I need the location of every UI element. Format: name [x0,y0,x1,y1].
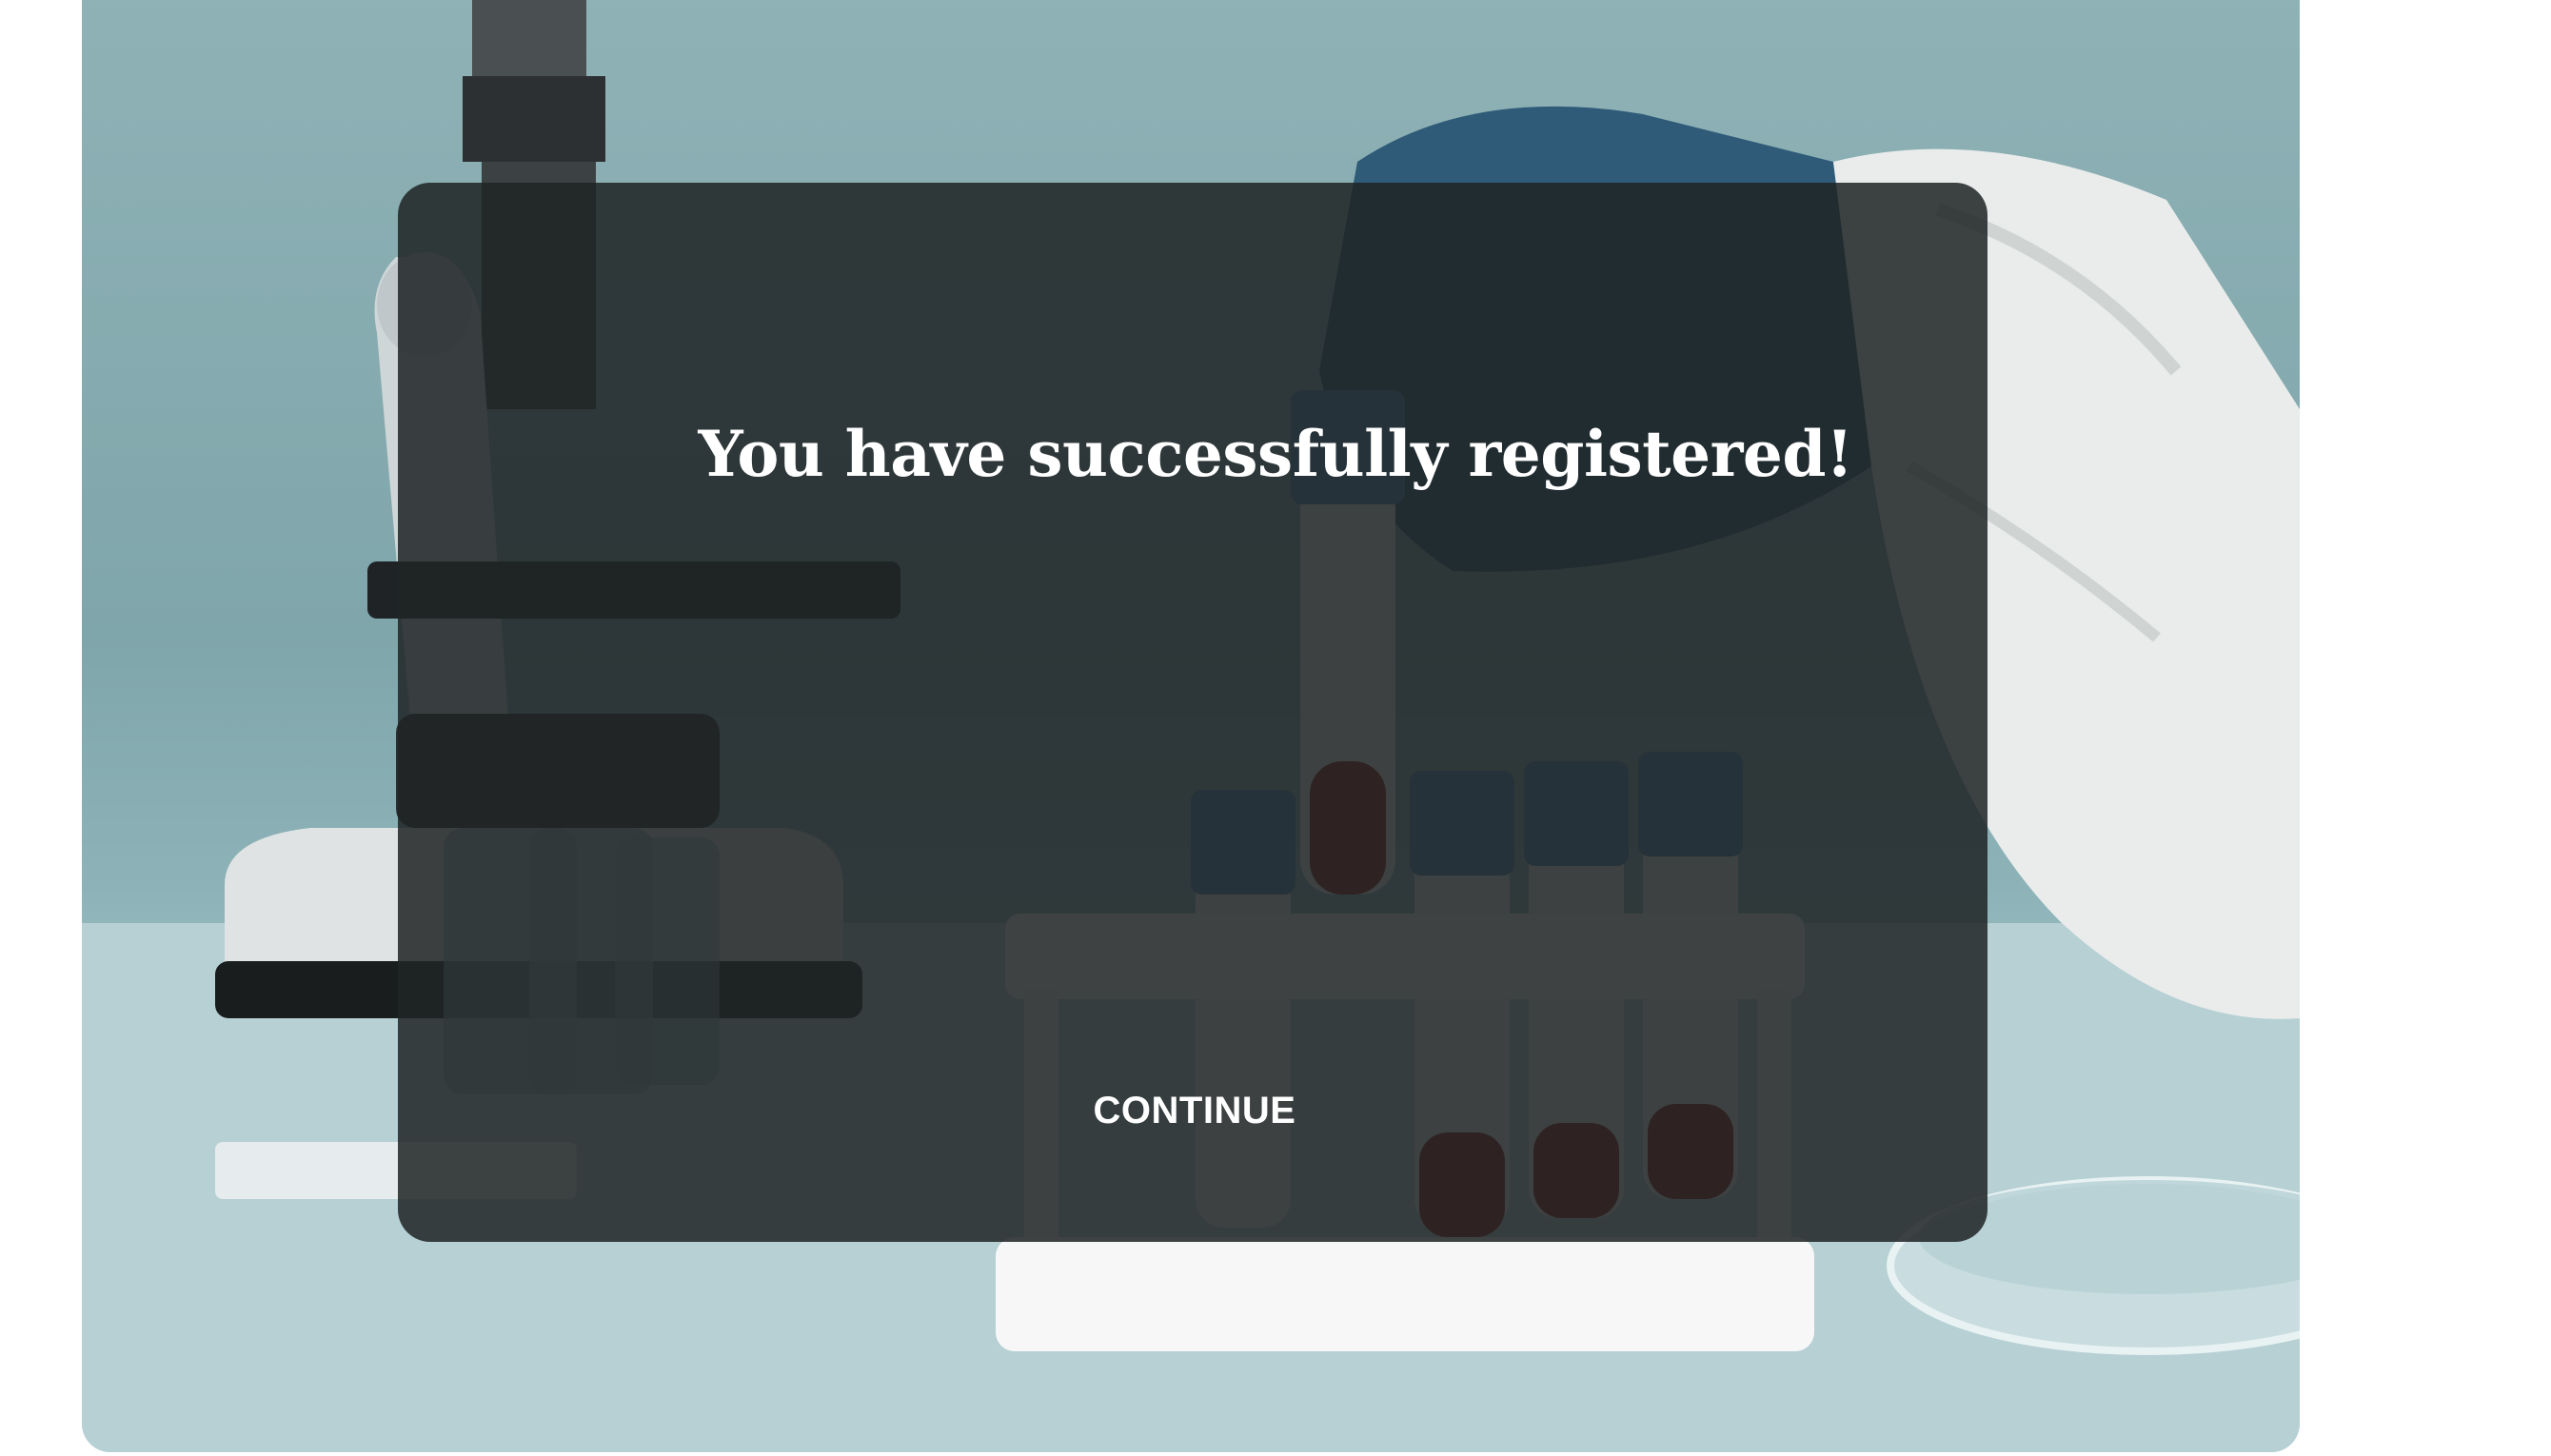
screen: You have successfully registered! CONTIN… [0,0,2551,1456]
continue-button[interactable]: CONTINUE [1028,1077,1361,1144]
dialog-title: You have successfully registered! [698,417,1853,491]
